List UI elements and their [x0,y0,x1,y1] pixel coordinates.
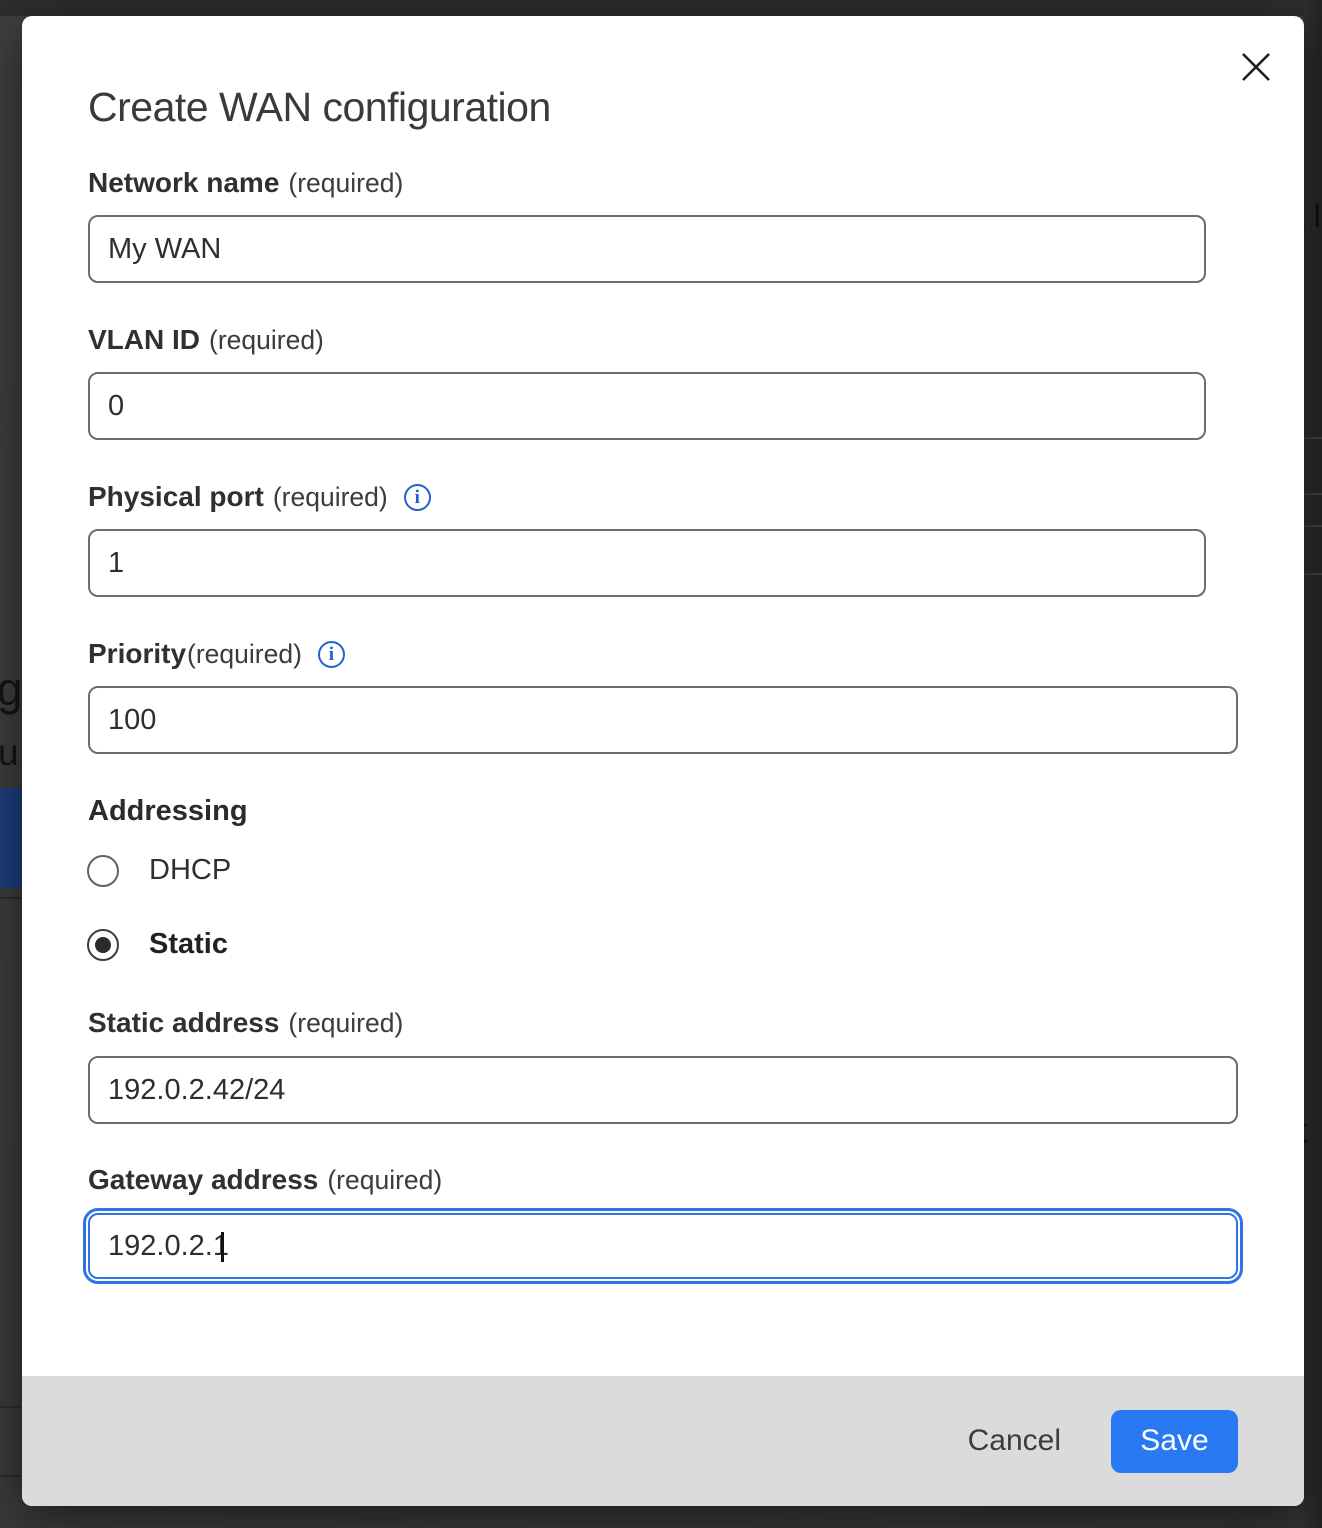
backdrop-text-fragment: u [0,732,19,774]
label-text: Static address [88,1007,279,1039]
backdrop-divider [1302,573,1322,575]
priority-label: Priority (required) i [88,638,345,670]
backdrop-divider [0,1475,22,1477]
info-icon[interactable]: i [318,641,345,668]
physical-port-label: Physical port (required) i [88,481,431,513]
label-text: Physical port [88,481,264,513]
required-hint: (required) [187,639,302,670]
vlan-id-label: VLAN ID (required) [88,324,324,356]
close-button[interactable] [1234,46,1278,90]
gateway-address-input[interactable] [88,1213,1238,1279]
backdrop-divider [1302,493,1322,495]
network-name-input[interactable] [88,215,1206,283]
backdrop-top-strip [0,0,1322,16]
addressing-heading: Addressing [88,795,248,828]
label-text: Network name [88,167,279,199]
close-icon [1241,52,1271,85]
label-text: VLAN ID [88,324,200,356]
static-address-label: Static address (required) [88,1007,403,1039]
backdrop-divider [0,1406,22,1408]
required-hint: (required) [327,1165,442,1196]
priority-input[interactable] [88,686,1238,754]
radio-label: Static [149,928,228,961]
backdrop-divider [0,897,22,899]
vlan-id-input[interactable] [88,372,1206,440]
save-button[interactable]: Save [1111,1410,1238,1473]
cancel-button[interactable]: Cancel [966,1418,1063,1464]
required-hint: (required) [273,482,388,513]
static-address-input[interactable] [88,1056,1238,1124]
radio-selected-icon [87,929,119,961]
label-text: Priority [88,638,186,670]
text-cursor [221,1232,224,1262]
backdrop-divider [1302,437,1322,439]
addressing-option-dhcp[interactable]: DHCP [87,854,231,887]
gateway-address-label: Gateway address (required) [88,1164,442,1196]
required-hint: (required) [288,1008,403,1039]
addressing-option-static[interactable]: Static [87,928,228,961]
backdrop-divider [1302,525,1322,527]
create-wan-configuration-dialog: Create WAN configuration Network name (r… [22,16,1304,1506]
backdrop-blue-button-fragment [0,788,22,888]
physical-port-input[interactable] [88,529,1206,597]
required-hint: (required) [209,325,324,356]
dialog-footer: Cancel Save [22,1376,1304,1506]
radio-unselected-icon [87,855,119,887]
radio-label: DHCP [149,854,231,887]
dialog-title: Create WAN configuration [88,83,551,131]
required-hint: (required) [288,168,403,199]
label-text: Gateway address [88,1164,318,1196]
backdrop-text-fragment: g [0,662,23,716]
network-name-label: Network name (required) [88,167,403,199]
info-icon[interactable]: i [404,484,431,511]
